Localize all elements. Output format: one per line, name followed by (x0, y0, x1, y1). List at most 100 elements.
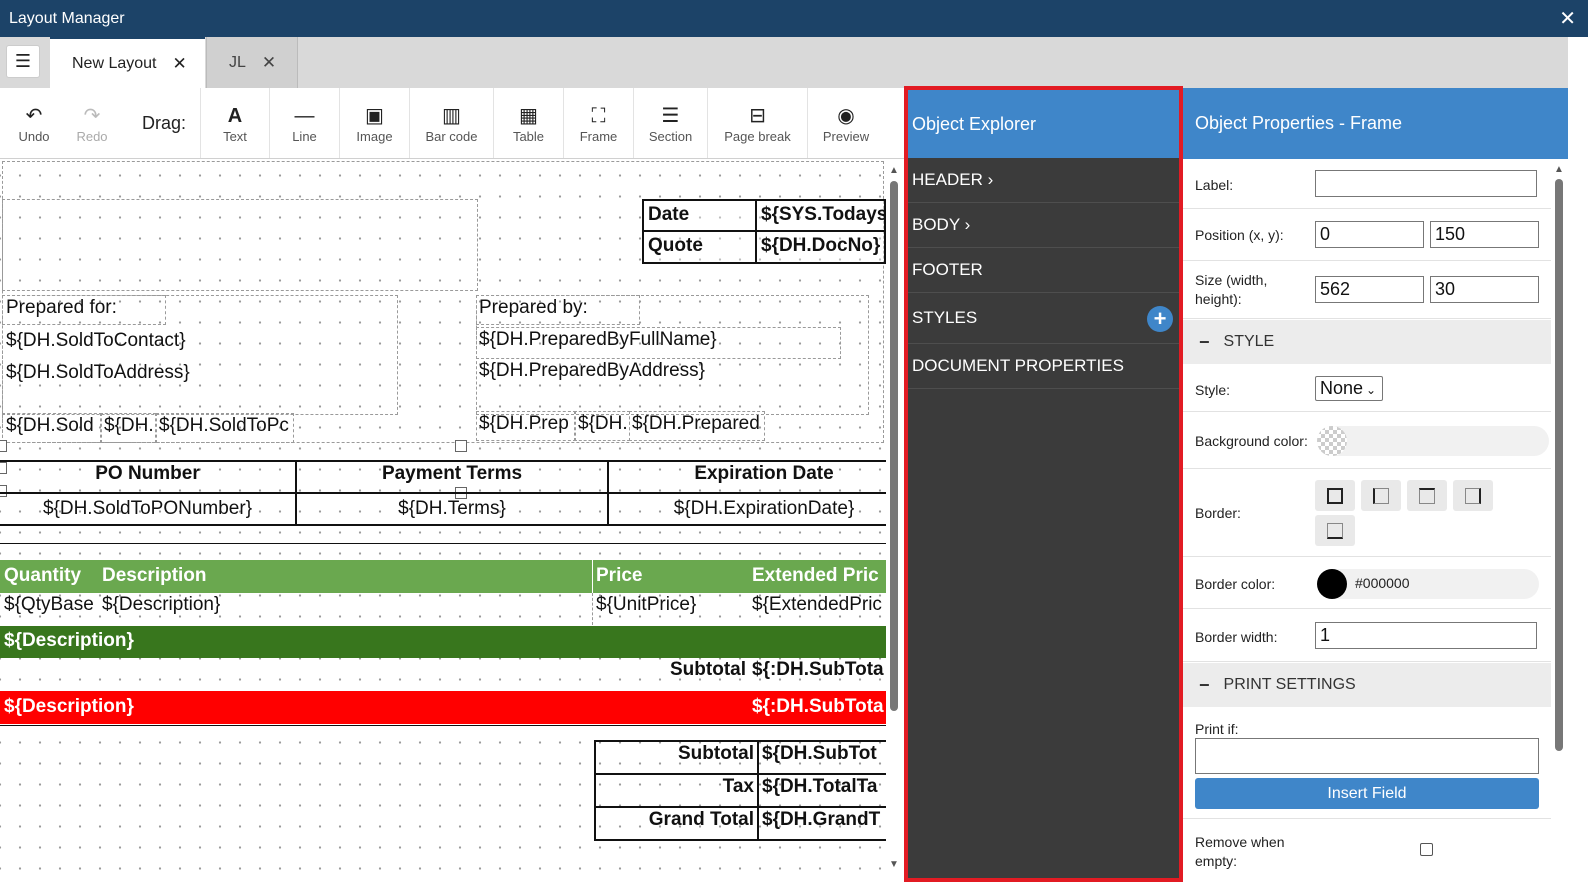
items-header-row[interactable]: Quantity Description Price Extended Pric (0, 560, 886, 593)
totals-tax-value[interactable]: ${DH.TotalTa (762, 776, 886, 798)
sold-to-postal-field[interactable]: ${DH.SoldToPc (159, 415, 291, 437)
prepared-by-state-field[interactable]: ${DH. (578, 413, 628, 435)
background-color-picker[interactable] (1317, 426, 1549, 456)
border-color-picker[interactable]: #000000 (1317, 569, 1539, 599)
insert-field-button[interactable]: Insert Field (1195, 778, 1539, 809)
print-settings-section-toggle[interactable]: − PRINT SETTINGS (1183, 663, 1551, 707)
border-left-button[interactable] (1361, 480, 1401, 511)
quote-label-cell[interactable]: Quote (642, 230, 757, 264)
text-icon: A (227, 104, 243, 127)
sold-to-contact-field[interactable]: ${DH.SoldToContact} (6, 330, 186, 352)
undo-button[interactable]: ↶ Undo (6, 88, 62, 158)
frame-tool[interactable]: ⛶ Frame (564, 88, 634, 158)
info-table-mid-border (0, 492, 886, 494)
redo-icon: ↷ (83, 104, 101, 127)
prepared-by-city-field[interactable]: ${DH.Prep (479, 413, 574, 435)
logo-frame[interactable] (2, 199, 478, 291)
layout-canvas[interactable]: Date ${SYS.Todays Quote ${DH.DocNo} Prep… (0, 159, 886, 880)
properties-scroll-thumb[interactable] (1555, 179, 1563, 751)
description-field[interactable]: ${Description} (102, 594, 220, 616)
border-color-label: Border color: (1195, 576, 1276, 592)
prepared-by-name-field[interactable]: ${DH.PreparedByFullName} (479, 329, 717, 351)
style-select[interactable]: None ⌄ (1315, 376, 1383, 401)
tab-close-icon[interactable]: ✕ (262, 53, 276, 73)
date-label-cell[interactable]: Date (642, 199, 757, 232)
page-break-tool[interactable]: ⊟ Page break (708, 88, 808, 158)
prepared-for-heading[interactable]: Prepared for: (6, 297, 117, 319)
size-width-input[interactable]: 562 (1315, 276, 1424, 303)
preview-button[interactable]: ◉ Preview (808, 88, 884, 158)
border-width-input[interactable]: 1 (1315, 622, 1537, 649)
resize-handle[interactable] (0, 485, 7, 497)
remove-when-empty-checkbox[interactable] (1420, 843, 1433, 856)
canvas-scroll-thumb[interactable] (890, 181, 898, 711)
po-number-field[interactable]: ${DH.SoldToPONumber} (0, 498, 295, 520)
red-group-row[interactable]: ${Description} ${:DH.SubTota (0, 691, 886, 724)
tab-close-icon[interactable]: ✕ (173, 54, 187, 74)
explorer-item-styles[interactable]: STYLES + (908, 293, 1179, 344)
expiration-date-header[interactable]: Expiration Date (609, 463, 886, 485)
scroll-down-icon[interactable]: ▼ (889, 859, 899, 870)
style-section-toggle[interactable]: − STYLE (1183, 320, 1551, 364)
border-top-button[interactable] (1407, 480, 1447, 511)
print-if-textarea[interactable] (1195, 738, 1539, 774)
explorer-item-document-properties[interactable]: DOCUMENT PROPERTIES (908, 344, 1179, 389)
expiration-date-field[interactable]: ${DH.ExpirationDate} (609, 498, 886, 520)
window-close-icon[interactable]: ✕ (1559, 6, 1576, 31)
add-style-icon[interactable]: + (1147, 306, 1173, 332)
subtotal-label[interactable]: Subtotal (600, 659, 746, 681)
resize-handle[interactable] (455, 440, 467, 452)
quote-value-cell[interactable]: ${DH.DocNo} (755, 230, 886, 264)
totals-grand-value[interactable]: ${DH.GrandT (762, 809, 886, 831)
scroll-up-icon[interactable]: ▲ (1554, 164, 1564, 175)
scroll-up-icon[interactable]: ▲ (889, 165, 899, 176)
table-tool[interactable]: ▦ Table (494, 88, 564, 158)
remove-when-empty-label-line1: Remove when (1195, 834, 1285, 850)
label-input[interactable] (1315, 170, 1537, 197)
terms-field[interactable]: ${DH.Terms} (297, 498, 607, 520)
totals-tax-label[interactable]: Tax (598, 776, 754, 798)
date-value-cell[interactable]: ${SYS.Todays (755, 199, 886, 232)
border-bottom-button[interactable] (1315, 515, 1355, 546)
qty-field[interactable]: ${QtyBase (4, 594, 98, 616)
explorer-item-label: DOCUMENT PROPERTIES (912, 356, 1124, 375)
totals-grand-label[interactable]: Grand Total (598, 809, 754, 831)
image-tool[interactable]: ▣ Image (340, 88, 410, 158)
barcode-tool[interactable]: ▥ Bar code (410, 88, 494, 158)
size-height-input[interactable]: 30 (1430, 276, 1539, 303)
extended-price-field[interactable]: ${ExtendedPric (752, 594, 886, 616)
border-right-button[interactable] (1453, 480, 1493, 511)
tab-new-layout[interactable]: New Layout ✕ (50, 37, 205, 88)
totals-subtotal-label[interactable]: Subtotal (598, 743, 754, 765)
position-y-input[interactable]: 150 (1430, 221, 1539, 248)
position-x-input[interactable]: 0 (1315, 221, 1424, 248)
explorer-item-header[interactable]: HEADER › (908, 158, 1179, 203)
po-number-header[interactable]: PO Number (0, 463, 295, 485)
explorer-item-footer[interactable]: FOOTER (908, 248, 1179, 293)
border-width-label: Border width: (1195, 629, 1278, 645)
properties-scrollbar[interactable]: ▲ (1550, 159, 1568, 891)
redo-button[interactable]: ↷ Redo (64, 88, 120, 158)
prepared-by-address-field[interactable]: ${DH.PreparedByAddress} (479, 360, 705, 382)
unit-price-field[interactable]: ${UnitPrice} (596, 594, 696, 616)
resize-handle[interactable] (0, 440, 7, 452)
subtotal-value[interactable]: ${:DH.SubTota (752, 659, 886, 681)
sold-to-state-field[interactable]: ${DH. (104, 415, 154, 437)
explorer-item-body[interactable]: BODY › (908, 203, 1179, 248)
canvas-scrollbar[interactable]: ▲ ▼ (886, 159, 904, 880)
info-table-top-border (0, 460, 886, 462)
payment-terms-header[interactable]: Payment Terms (297, 463, 607, 485)
prepared-by-postal-field[interactable]: ${DH.Prepared (632, 413, 763, 435)
totals-subtotal-value[interactable]: ${DH.SubTot (762, 743, 886, 765)
sold-to-city-field[interactable]: ${DH.Sold (6, 415, 98, 437)
object-properties-panel: Object Properties - Frame Label: Positio… (1183, 88, 1568, 891)
group-row[interactable]: ${Description} (0, 626, 886, 658)
line-tool[interactable]: — Line (270, 88, 340, 158)
text-tool[interactable]: A Text (200, 88, 270, 158)
sold-to-address-field[interactable]: ${DH.SoldToAddress} (6, 362, 190, 384)
tab-jl[interactable]: JL ✕ (206, 37, 298, 88)
prepared-by-heading[interactable]: Prepared by: (479, 297, 588, 319)
section-tool[interactable]: ☰ Section (634, 88, 708, 158)
hamburger-menu-icon[interactable]: ☰ (6, 45, 40, 78)
border-all-button[interactable] (1315, 480, 1355, 511)
